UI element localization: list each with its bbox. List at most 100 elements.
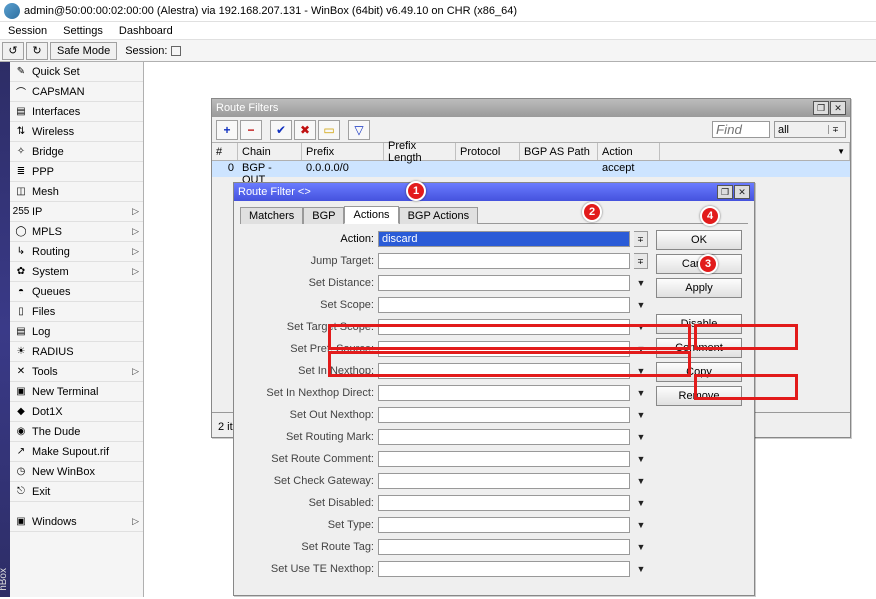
safe-mode-button[interactable]: Safe Mode	[50, 42, 117, 60]
sidebar-item[interactable]: ⇅Wireless	[10, 122, 143, 142]
window-close-button[interactable]: ✕	[734, 185, 750, 199]
dropdown-button[interactable]: ∓	[634, 253, 648, 269]
te-input[interactable]	[378, 561, 630, 577]
window-close-button[interactable]: ✕	[830, 101, 846, 115]
nav-icon: ▣	[14, 385, 28, 399]
tab-bgp-actions[interactable]: BGP Actions	[399, 207, 479, 224]
sidebar-item[interactable]: ▣New Terminal	[10, 382, 143, 402]
nav-icon: ▤	[14, 105, 28, 119]
table-row[interactable]: 0 BGP - OUT 0.0.0.0/0 accept	[212, 161, 850, 177]
route-filters-titlebar[interactable]: Route Filters ❐ ✕	[212, 99, 850, 117]
apply-button[interactable]: Apply	[656, 278, 742, 298]
sidebar-item[interactable]: ≣PPP	[10, 162, 143, 182]
inh-input[interactable]	[378, 363, 630, 379]
outh-input[interactable]	[378, 407, 630, 423]
sidebar-item[interactable]: ⎋Exit	[10, 482, 143, 502]
tab-bgp[interactable]: BGP	[303, 207, 344, 224]
chevron-right-icon: ▷	[132, 246, 139, 257]
sidebar-item[interactable]: ▤Log	[10, 322, 143, 342]
chevron-down-icon[interactable]: ▼	[634, 341, 648, 357]
rmark-input[interactable]	[378, 429, 630, 445]
enable-button[interactable]: ✔	[270, 120, 292, 140]
action-input[interactable]: discard	[378, 231, 630, 247]
pref-input[interactable]	[378, 341, 630, 357]
chevron-down-icon[interactable]: ▼	[634, 297, 648, 313]
sidebar-item[interactable]: ◯MPLS▷	[10, 222, 143, 242]
col-chain[interactable]: Chain	[238, 143, 302, 160]
chevron-down-icon[interactable]: ▼	[634, 275, 648, 291]
col-proto[interactable]: Protocol	[456, 143, 520, 160]
col-action[interactable]: Action	[598, 143, 660, 160]
jump-input[interactable]	[378, 253, 630, 269]
disable-button[interactable]: Disable	[656, 314, 742, 334]
rcomment-input[interactable]	[378, 451, 630, 467]
menu-dashboard[interactable]: Dashboard	[115, 25, 177, 37]
session-checkbox[interactable]	[171, 46, 181, 56]
chevron-down-icon[interactable]: ▼	[634, 495, 648, 511]
remove-button[interactable]: Remove	[656, 386, 742, 406]
col-prefix[interactable]: Prefix	[302, 143, 384, 160]
chevron-down-icon[interactable]: ▼	[634, 363, 648, 379]
sidebar-item[interactable]: ◫Mesh	[10, 182, 143, 202]
tab-matchers[interactable]: Matchers	[240, 207, 303, 224]
disabled-input[interactable]	[378, 495, 630, 511]
chevron-down-icon[interactable]: ▼	[634, 429, 648, 445]
comment-button[interactable]: Comment	[656, 338, 742, 358]
sidebar-item[interactable]: ◆Dot1X	[10, 402, 143, 422]
col-plen[interactable]: Prefix Length	[384, 143, 456, 160]
tscope-input[interactable]	[378, 319, 630, 335]
sidebar-item[interactable]: ↗Make Supout.rif	[10, 442, 143, 462]
sidebar-item[interactable]: ◉The Dude	[10, 422, 143, 442]
menu-session[interactable]: Session	[4, 25, 51, 37]
sidebar-item[interactable]: ✕Tools▷	[10, 362, 143, 382]
distance-input[interactable]	[378, 275, 630, 291]
route-filter-titlebar[interactable]: Route Filter <> ❐ ✕	[234, 183, 754, 201]
cgw-input[interactable]	[378, 473, 630, 489]
add-button[interactable]: +	[216, 120, 238, 140]
sidebar-item[interactable]: ✧Bridge	[10, 142, 143, 162]
col-rest[interactable]: ▼	[660, 143, 850, 160]
comment-button[interactable]: ▭	[318, 120, 340, 140]
sidebar-item[interactable]: ⌒CAPsMAN	[10, 82, 143, 102]
window-restore-button[interactable]: ❐	[813, 101, 829, 115]
type-input[interactable]	[378, 517, 630, 533]
dropdown-button[interactable]: ∓	[634, 231, 648, 247]
ok-button[interactable]: OK	[656, 230, 742, 250]
inhd-input[interactable]	[378, 385, 630, 401]
nav-icon: ✿	[14, 265, 28, 279]
sidebar-item[interactable]: ▣Windows▷	[10, 512, 143, 532]
disable-button[interactable]: ✖	[294, 120, 316, 140]
chevron-down-icon[interactable]: ▼	[634, 385, 648, 401]
chevron-down-icon[interactable]: ▼	[634, 451, 648, 467]
sidebar-item[interactable]: ▯Files	[10, 302, 143, 322]
filter-button[interactable]: ▽	[348, 120, 370, 140]
sidebar-item[interactable]: ◓Queues	[10, 282, 143, 302]
undo-button[interactable]: ↺	[2, 42, 24, 60]
chevron-down-icon[interactable]: ▼	[634, 319, 648, 335]
window-restore-button[interactable]: ❐	[717, 185, 733, 199]
col-aspath[interactable]: BGP AS Path	[520, 143, 598, 160]
copy-button[interactable]: Copy	[656, 362, 742, 382]
tab-actions[interactable]: Actions	[344, 206, 398, 224]
rtag-input[interactable]	[378, 539, 630, 555]
chevron-down-icon[interactable]: ▼	[634, 561, 648, 577]
scope-input[interactable]	[378, 297, 630, 313]
form-row: Set Scope:▼	[246, 294, 648, 316]
sidebar-item[interactable]: ☀RADIUS	[10, 342, 143, 362]
remove-button[interactable]: −	[240, 120, 262, 140]
find-input[interactable]	[712, 121, 770, 138]
sidebar-item[interactable]: ◷New WinBox	[10, 462, 143, 482]
chevron-down-icon[interactable]: ▼	[634, 539, 648, 555]
redo-button[interactable]: ↻	[26, 42, 48, 60]
sidebar-item[interactable]: ✎Quick Set	[10, 62, 143, 82]
chevron-down-icon[interactable]: ▼	[634, 517, 648, 533]
sidebar-item[interactable]: ↳Routing▷	[10, 242, 143, 262]
col-num[interactable]: #	[212, 143, 238, 160]
sidebar-item[interactable]: ✿System▷	[10, 262, 143, 282]
filter-scope-combo[interactable]: all ∓	[774, 121, 846, 138]
sidebar-item[interactable]: ▤Interfaces	[10, 102, 143, 122]
chevron-down-icon[interactable]: ▼	[634, 473, 648, 489]
menu-settings[interactable]: Settings	[59, 25, 107, 37]
chevron-down-icon[interactable]: ▼	[634, 407, 648, 423]
sidebar-item[interactable]: 255IP▷	[10, 202, 143, 222]
